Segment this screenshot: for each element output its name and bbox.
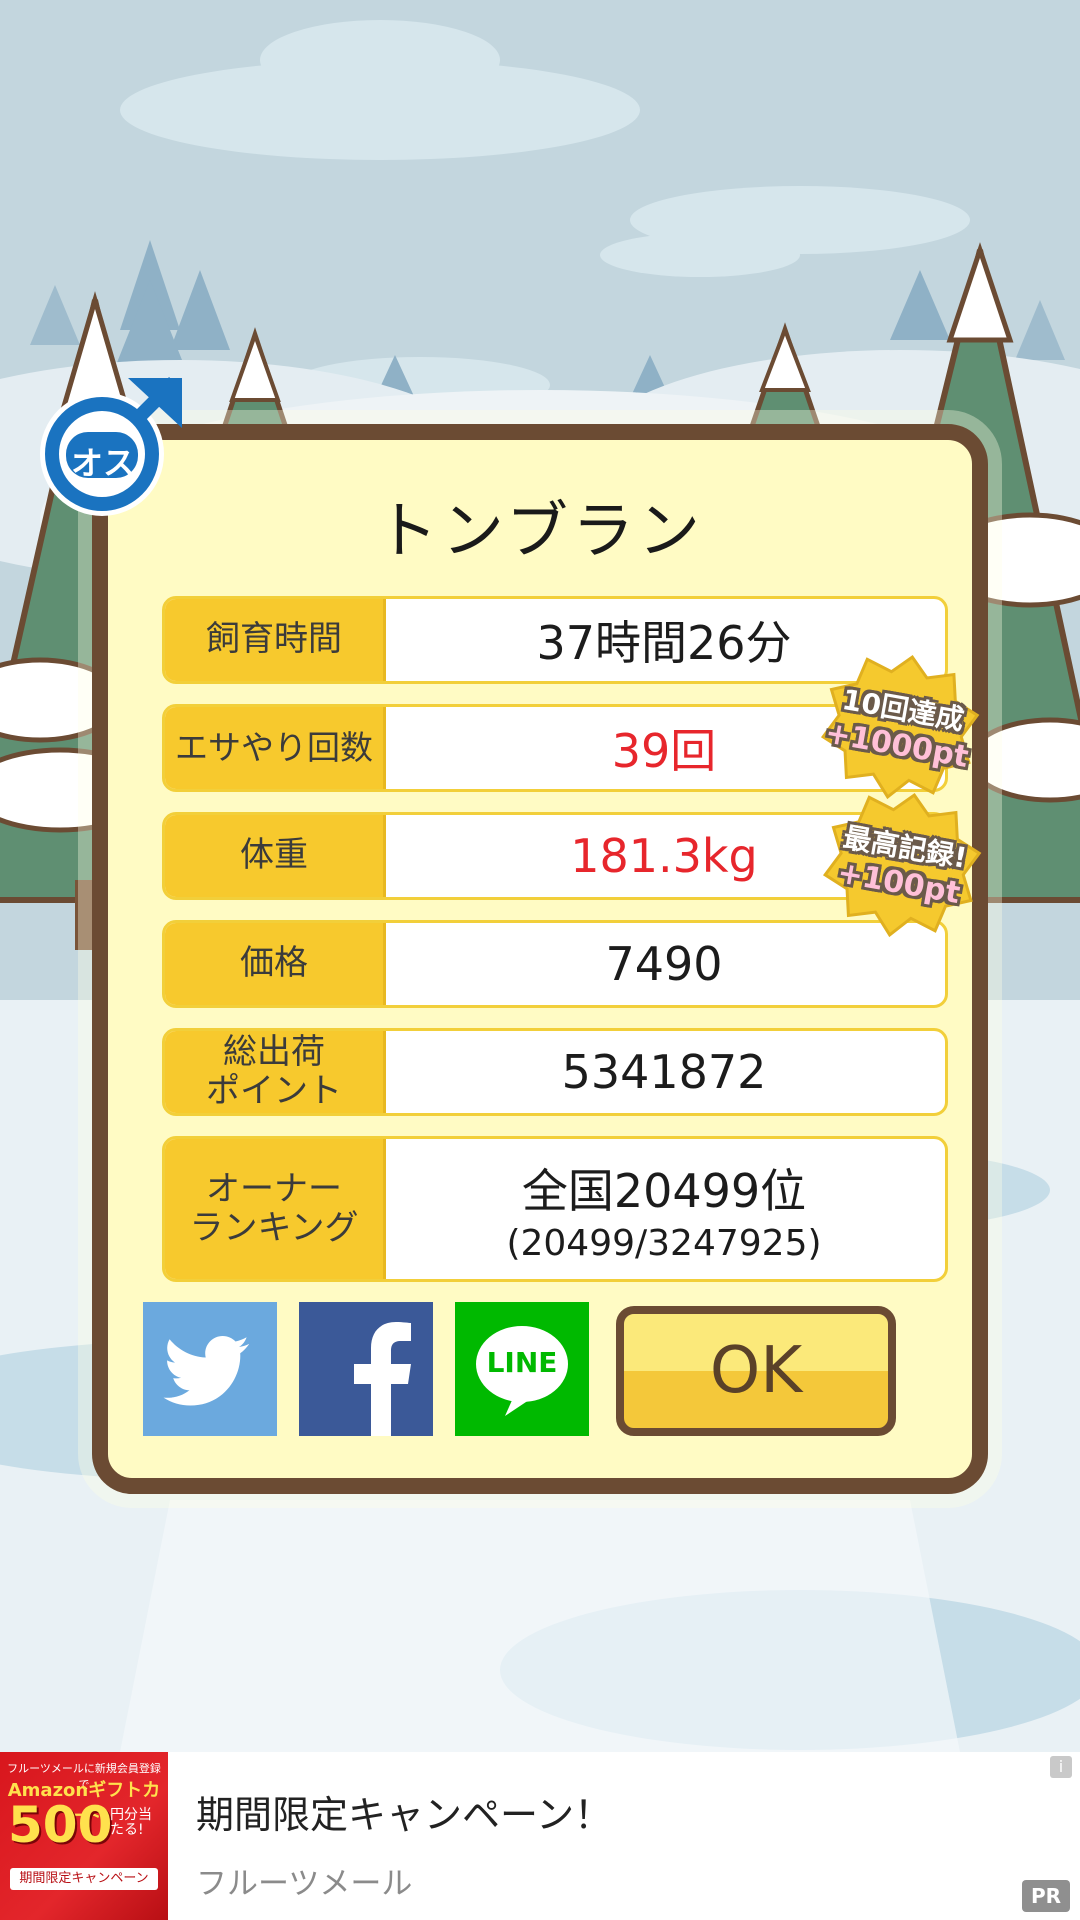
line-label: LINE [486,1346,558,1379]
achievement-sticker-weight: 最高記録! +100pt [810,777,994,953]
twitter-icon [163,1336,249,1406]
row-price: 価格 7490 [162,920,948,1008]
twitter-share-button[interactable] [143,1302,277,1436]
row-label: 総出荷 ポイント [165,1031,386,1113]
row-label: オーナー ランキング [165,1139,386,1279]
facebook-share-button[interactable] [299,1302,433,1436]
row-label: エサやり回数 [165,707,386,789]
row-total-shipping-points: 総出荷 ポイント 5341872 [162,1028,948,1116]
ad-image[interactable]: フルーツメールに新規会員登録で Amazonギフトカード 500 円分当たる! … [0,1752,168,1920]
gender-badge: オス [36,372,186,522]
pig-name-title: トンブラン [375,494,705,567]
line-share-button[interactable]: LINE [455,1302,589,1436]
gender-label: オス [70,444,135,482]
ad-advertiser: フルーツメール [196,1866,413,1902]
ad-banner[interactable]: フルーツメールに新規会員登録で Amazonギフトカード 500 円分当たる! … [0,1752,1080,1920]
ad-pr-badge: PR [1022,1880,1070,1912]
row-label: 飼育時間 [165,599,386,681]
ad-title[interactable]: 期間限定キャンペーン！ [196,1784,612,1839]
row-value: 7490 [605,937,723,991]
ranking-detail: (20499/3247925) [506,1222,822,1264]
ad-info-icon[interactable]: i [1050,1756,1072,1778]
row-value: 全国20499位 (20499/3247925) [506,1163,822,1264]
row-label: 体重 [165,815,386,897]
row-label: 価格 [165,923,386,1005]
ok-button[interactable]: OK [616,1306,896,1436]
row-owner-ranking: オーナー ランキング 全国20499位 (20499/3247925) [162,1136,948,1282]
facebook-icon [354,1322,411,1436]
row-value: 5341872 [561,1045,767,1099]
